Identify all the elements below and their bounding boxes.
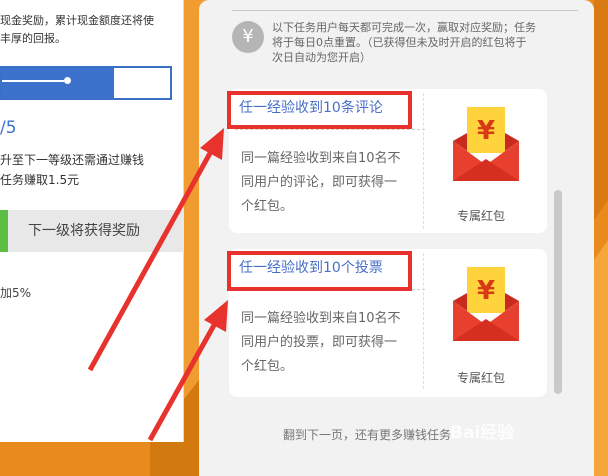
red-envelope-icon: ¥	[453, 107, 519, 181]
upgrade-hint: 升至下一等级还需通过赚钱 任务赚取1.5元	[0, 150, 184, 190]
reward-description-line2: 丰厚的回报。	[0, 32, 66, 45]
task-description-line: 个红包。	[241, 199, 294, 214]
task-description-line: 同一篇经验收到来自10名不	[241, 151, 401, 166]
notice-line3: 次日自动为您开启）	[272, 51, 371, 64]
card-separator	[423, 253, 424, 389]
watermark: Bai经验	[450, 423, 515, 443]
svg-text:¥: ¥	[477, 116, 495, 146]
svg-text:¥: ¥	[477, 276, 495, 306]
upgrade-hint-line2: 任务赚取1.5元	[0, 173, 80, 187]
task-description-line: 同用户的投票，即可获得一	[241, 335, 398, 350]
highlight-box	[227, 251, 412, 291]
highlight-box	[227, 91, 412, 129]
level-progress-bar	[0, 66, 172, 100]
yen-icon: ¥	[232, 21, 264, 53]
bonus-text: 加5%	[0, 286, 32, 300]
notice-line1: 以下任务用户每天都可完成一次，赢取对应奖励；任务	[272, 21, 536, 34]
tab-next-level[interactable]: 下一级将获得奖励	[8, 210, 184, 252]
upgrade-hint-line1: 升至下一等级还需通过赚钱	[0, 153, 145, 167]
progress-remaining	[114, 68, 170, 98]
left-level-card: 现金奖励，累计现金额度还将使 丰厚的回报。 /5 升至下一等级还需通过赚钱 任务…	[0, 0, 184, 442]
progress-dot	[64, 77, 71, 84]
red-envelope-icon: ¥	[453, 267, 519, 341]
progress-line	[2, 80, 64, 82]
card-separator	[423, 93, 424, 229]
scrollbar-thumb[interactable]	[554, 190, 562, 394]
level-tabs: 下一级将获得奖励	[0, 210, 184, 252]
task-notice: 以下任务用户每天都可完成一次，赢取对应奖励；任务 将于每日0点重置。（已获得但未…	[272, 20, 572, 65]
task-description-line: 同用户的评论，即可获得一	[241, 175, 398, 190]
tab-current-level[interactable]	[0, 210, 8, 252]
task-description: 同一篇经验收到来自10名不 同用户的评论，即可获得一 个红包。	[241, 147, 431, 219]
reward-label: 专属红包	[457, 209, 506, 223]
task-description-line: 同一篇经验收到来自10名不	[241, 311, 401, 326]
task-panel	[199, 0, 594, 476]
reward-description-line1: 现金奖励，累计现金额度还将使	[0, 14, 154, 27]
task-description-line: 个红包。	[241, 359, 294, 374]
reward-label: 专属红包	[457, 371, 506, 385]
task-description: 同一篇经验收到来自10名不 同用户的投票，即可获得一 个红包。	[241, 307, 431, 379]
reward-description: 现金奖励，累计现金额度还将使 丰厚的回报。	[0, 12, 184, 48]
task-divider	[235, 129, 425, 130]
next-page-hint[interactable]: 翻到下一页，还有更多赚钱任务	[283, 426, 451, 443]
notice-line2: 将于每日0点重置。（已获得但未及时开启的红包将于	[272, 36, 527, 49]
level-indicator: /5	[0, 118, 17, 138]
panel-divider	[232, 10, 578, 11]
